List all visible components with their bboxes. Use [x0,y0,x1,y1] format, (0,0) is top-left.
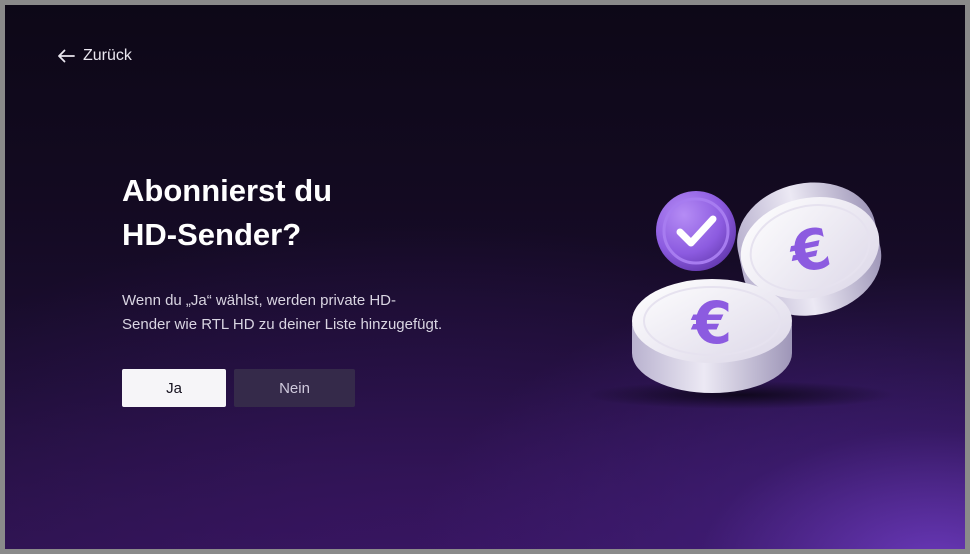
svg-text:€: € [690,289,732,357]
yes-button[interactable]: Ja [122,369,226,407]
screen: Zurück Abonnierst du HD-Sender? Wenn du … [5,5,965,549]
arrow-left-icon [58,49,75,63]
checkmark-badge-icon [656,191,736,271]
euro-coin-icon: € [632,279,792,393]
page-description: Wenn du „Ja“ wählst, werden private HD- … [122,292,443,333]
page-title: Abonnierst du HD-Sender? [122,173,333,252]
back-button[interactable]: Zurück [57,47,132,65]
coins-illustration: € € [590,182,895,409]
back-label: Zurück [83,47,132,64]
no-button[interactable]: Nein [234,369,355,407]
